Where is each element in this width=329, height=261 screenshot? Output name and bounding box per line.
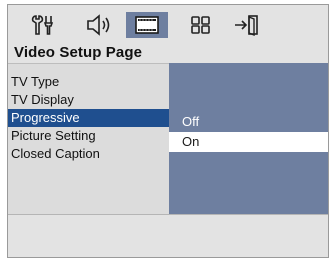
tab-video-setup[interactable]: [126, 12, 168, 38]
page-title: Video Setup Page: [14, 44, 143, 61]
setup-menu-frame: Video Setup Page TV Type TV Display Prog…: [7, 4, 329, 258]
menu-item-picture-setting[interactable]: Picture Setting: [8, 127, 169, 145]
menu-item-tv-type[interactable]: TV Type: [8, 73, 169, 91]
page-title-bar: Video Setup Page: [8, 43, 328, 63]
option-off[interactable]: Off: [169, 112, 328, 132]
status-bar: [8, 214, 328, 257]
tab-preference-setup[interactable]: [180, 12, 222, 38]
tools-icon: [31, 15, 54, 35]
menu-item-closed-caption[interactable]: Closed Caption: [8, 145, 169, 163]
grid-icon: [191, 16, 210, 34]
video-screen-icon: [135, 16, 159, 34]
dvd-setup-screen: Video Setup Page TV Type TV Display Prog…: [0, 0, 329, 261]
tab-audio-setup[interactable]: [78, 12, 120, 38]
tab-general-setup[interactable]: [22, 12, 64, 38]
setup-tab-bar: [8, 5, 328, 43]
menu-item-progressive[interactable]: Progressive: [8, 109, 169, 127]
tab-exit[interactable]: [226, 12, 268, 38]
option-panel: Off On: [169, 63, 328, 214]
speaker-icon: [87, 14, 110, 36]
option-on[interactable]: On: [169, 132, 328, 152]
settings-menu: TV Type TV Display Progressive Picture S…: [8, 63, 169, 214]
menu-item-tv-display[interactable]: TV Display: [8, 91, 169, 109]
exit-door-icon: [235, 15, 258, 36]
